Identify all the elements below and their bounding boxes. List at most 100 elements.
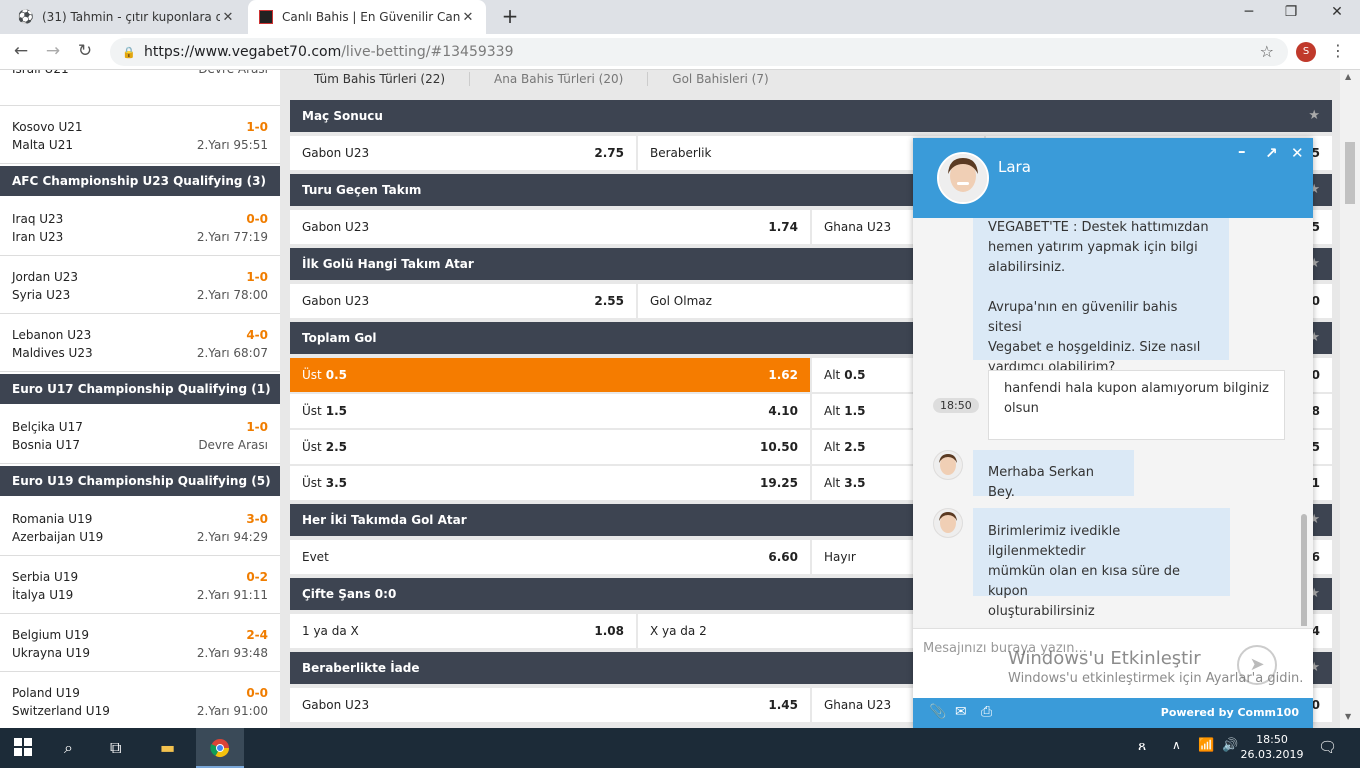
market-header[interactable]: Maç Sonucu ★ (290, 100, 1332, 132)
file-explorer-icon[interactable]: ▬ (160, 738, 175, 757)
url-bar[interactable]: 🔒 https://www.vegabet70.com/live-betting… (110, 38, 1288, 66)
chat-input-placeholder[interactable]: Mesajınızı buraya yazın... (923, 641, 1087, 656)
selection-line: 1.5 (325, 404, 348, 418)
league-header[interactable]: Euro U19 Championship Qualifying (5) (0, 466, 280, 496)
selection-label: Gol Olmaz (650, 294, 712, 308)
volume-icon[interactable]: 🔊 (1222, 738, 1238, 753)
selection-label: 1 ya da X (302, 624, 359, 638)
windows-start-icon[interactable] (14, 738, 32, 760)
match-row[interactable]: Belçika U17 Bosnia U17 1-0 Devre Arası (0, 408, 280, 464)
print-icon[interactable]: ⎙ (981, 704, 992, 720)
selection-name: Üst (302, 440, 322, 454)
message-line: alabilirsiniz. (988, 260, 1066, 275)
selection-line: 3.5 (844, 476, 866, 490)
profile-avatar[interactable]: S (1296, 42, 1316, 62)
people-icon[interactable]: ጸ (1138, 738, 1146, 754)
close-tab-icon[interactable]: ✕ (460, 10, 476, 25)
home-team: Poland U19 (12, 686, 80, 700)
scroll-down-icon[interactable]: ▼ (1345, 712, 1351, 721)
minimize-chat-icon[interactable]: – (1238, 142, 1246, 160)
odds-button[interactable]: Üst 1.5 4.10 (290, 394, 810, 428)
forward-arrow-icon[interactable]: → (42, 41, 64, 63)
url-path: /live-betting/#13459339 (341, 44, 514, 60)
selection-name: Hayır (824, 550, 856, 564)
browser-menu-icon[interactable]: ⋮ (1330, 41, 1346, 60)
match-row[interactable]: Lebanon U23 Maldives U23 4-0 2.Yarı 68:07 (0, 316, 280, 372)
send-icon[interactable]: ➤ (1237, 645, 1277, 685)
odds-button[interactable]: Üst 0.5 1.62 (290, 358, 810, 392)
close-window-button[interactable]: ✕ (1322, 4, 1352, 26)
message-line: Merhaba Serkan Bey. (988, 465, 1094, 500)
odds-button[interactable]: Üst 3.5 19.25 (290, 466, 810, 500)
selection-label: Gabon U23 (302, 220, 369, 234)
chrome-taskbar-button[interactable] (196, 728, 244, 768)
match-row[interactable]: Iraq U23 Iran U23 0-0 2.Yarı 77:19 (0, 200, 280, 256)
match-row[interactable]: Kosovo U21 Malta U21 1-0 2.Yarı 95:51 (0, 108, 280, 164)
close-tab-icon[interactable]: ✕ (220, 10, 236, 25)
message-line: Avrupa'nın en güvenilir bahis sitesi (988, 300, 1178, 335)
match-row[interactable]: Romania U19 Azerbaijan U19 3-0 2.Yarı 94:29 (0, 500, 280, 556)
match-score: 3-0 (246, 512, 268, 526)
odds-button[interactable]: Gabon U23 2.55 (290, 284, 636, 318)
page-scrollbar[interactable]: ▲ ▼ (1340, 70, 1360, 728)
chat-input-area[interactable]: Mesajınızı buraya yazın... ➤ (913, 628, 1313, 698)
match-row[interactable]: Belgium U19 Ukrayna U19 2-4 2.Yarı 93:48 (0, 616, 280, 672)
minimize-window-button[interactable]: ─ (1234, 4, 1264, 26)
browser-tab-tahmin[interactable]: ⚽ (31) Tahmin - çıtır kuponlara deva ✕ (8, 0, 246, 34)
match-score: 1-0 (246, 120, 268, 134)
attachment-icon[interactable]: 📎 (929, 704, 946, 720)
tab-goal-bets[interactable]: Gol Bahisleri (7) (648, 72, 792, 86)
match-row[interactable]: Poland U19 Switzerland U19 0-0 2.Yarı 91:00 (0, 674, 280, 728)
league-header[interactable]: AFC Championship U23 Qualifying (3) (0, 166, 280, 196)
tray-chevron-icon[interactable]: ∧ (1172, 738, 1181, 752)
bookmark-star-icon[interactable]: ☆ (1260, 42, 1274, 61)
odds-button[interactable]: Gabon U23 2.75 (290, 136, 636, 170)
selection-line: 2.5 (844, 440, 866, 454)
odd-value: 1.74 (768, 220, 798, 234)
scrollbar-thumb[interactable] (1345, 142, 1355, 204)
match-row[interactable]: Serbia U19 İtalya U19 0-2 2.Yarı 91:11 (0, 558, 280, 614)
powered-by-label[interactable]: Powered by Comm100 (1161, 706, 1299, 719)
selection-name: Üst (302, 476, 322, 490)
market-title: Toplam Gol (302, 331, 377, 345)
selection-label: Ghana U23 (824, 698, 891, 712)
favorite-star-icon[interactable]: ★ (1308, 100, 1320, 132)
selection-label: Gabon U23 (302, 698, 369, 712)
match-row[interactable]: Jordan U23 Syria U23 1-0 2.Yarı 78:00 (0, 258, 280, 314)
email-icon[interactable]: ✉ (955, 704, 967, 720)
match-row[interactable]: İsrail U21 Devre Arası (0, 70, 280, 106)
notification-icon[interactable]: 🗨 (1318, 738, 1337, 756)
odds-button[interactable]: Gabon U23 1.45 (290, 688, 810, 722)
network-icon[interactable]: 📶 (1198, 738, 1214, 753)
odds-button[interactable]: Evet 6.60 (290, 540, 810, 574)
popout-chat-icon[interactable]: ↗ (1265, 144, 1278, 162)
back-arrow-icon[interactable]: ← (10, 41, 32, 63)
clock-date: 26.03.2019 (1240, 748, 1304, 761)
task-view-icon[interactable]: ⧉ (110, 738, 121, 758)
browser-tab-vegabet[interactable]: Canlı Bahis | En Güvenilir Canlı Ba ✕ (248, 0, 486, 34)
chat-scrollbar[interactable] (1301, 514, 1307, 626)
close-chat-icon[interactable]: ✕ (1291, 144, 1304, 162)
odds-button[interactable]: Gabon U23 1.74 (290, 210, 810, 244)
match-time: 2.Yarı 78:00 (196, 288, 268, 302)
match-time: 2.Yarı 91:00 (196, 704, 268, 718)
match-score: 1-0 (246, 420, 268, 434)
restore-window-button[interactable]: ❐ (1276, 4, 1306, 26)
taskbar-clock[interactable]: 18:50 26.03.2019 (1240, 732, 1304, 762)
reload-icon[interactable]: ↻ (74, 41, 96, 63)
home-team: Iraq U23 (12, 212, 64, 226)
league-header[interactable]: Euro U17 Championship Qualifying (1) (0, 374, 280, 404)
home-team: Lebanon U23 (12, 328, 92, 342)
match-time: 2.Yarı 94:29 (196, 530, 268, 544)
selection-name: Gabon U23 (302, 294, 370, 308)
selection-label: Üst 3.5 (302, 476, 347, 490)
odds-button[interactable]: Üst 2.5 10.50 (290, 430, 810, 464)
new-tab-button[interactable]: + (498, 5, 522, 29)
selection-label: Evet (302, 550, 329, 564)
message-line: Vegabet e hoşgeldiniz. Size nasıl (988, 340, 1201, 355)
search-icon[interactable]: ⌕ (64, 738, 73, 758)
tab-main-bet-types[interactable]: Ana Bahis Türleri (20) (470, 72, 649, 86)
odds-button[interactable]: 1 ya da X 1.08 (290, 614, 636, 648)
scroll-up-icon[interactable]: ▲ (1345, 72, 1351, 81)
tab-all-bet-types[interactable]: Tüm Bahis Türleri (22) (290, 72, 471, 86)
